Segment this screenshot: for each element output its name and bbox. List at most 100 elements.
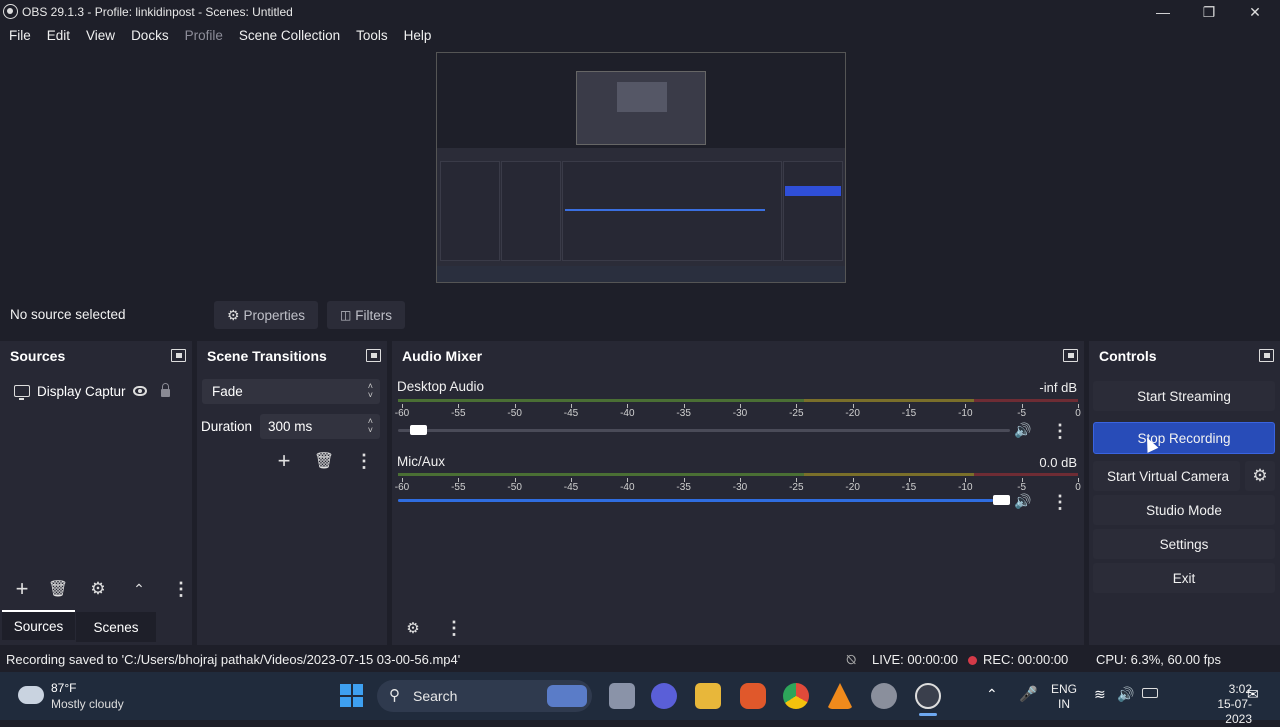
menu-tools[interactable]: Tools: [348, 28, 396, 43]
chevron-up-icon[interactable]: ⌃: [986, 686, 998, 703]
status-message: Recording saved to 'C:/Users/bhojraj pat…: [6, 652, 461, 667]
scale-tick-label: -15: [901, 408, 917, 419]
sources-dock: Sources Display Captur + 🗑 ⚙ ⌃ ⋮: [0, 341, 192, 645]
settings-button[interactable]: Settings: [1093, 529, 1275, 559]
file-explorer-icon[interactable]: [695, 683, 721, 709]
maximize-button[interactable]: ❐: [1186, 0, 1232, 24]
volume-handle[interactable]: [993, 495, 1010, 505]
scale-tick-label: -35: [676, 482, 691, 493]
volume-icon[interactable]: 🔊: [1117, 686, 1134, 703]
task-view-icon[interactable]: [609, 683, 635, 709]
preview-dock: [562, 161, 782, 261]
visibility-eye-icon[interactable]: [133, 386, 147, 396]
speaker-icon[interactable]: 🔊: [1013, 492, 1033, 510]
mic-aux-more-icon[interactable]: ⋮: [1047, 490, 1073, 514]
scale-tick-label: -40: [620, 482, 635, 493]
live-timer: LIVE: 00:00:00: [872, 652, 959, 667]
volume-handle[interactable]: [409, 425, 427, 435]
remove-transition-trash-icon[interactable]: 🗑: [311, 449, 337, 473]
source-properties-gear-icon[interactable]: ⚙: [85, 577, 111, 601]
lock-icon[interactable]: [161, 383, 170, 397]
clock[interactable]: 3:02 15-07-2023: [1198, 682, 1252, 727]
battery-icon[interactable]: [1142, 688, 1158, 698]
filters-label: Filters: [355, 307, 393, 323]
scale-tick-label: -10: [958, 408, 973, 419]
chrome-icon[interactable]: [783, 683, 809, 709]
cloud-weather-icon[interactable]: [18, 686, 44, 704]
obs-app-icon[interactable]: [915, 683, 941, 709]
menu-scene-collection[interactable]: Scene Collection: [231, 28, 348, 43]
preview-dock: [501, 161, 561, 261]
undock-icon[interactable]: [1259, 349, 1274, 362]
source-label: Display Captur: [37, 383, 126, 399]
scale-tick-label: -55: [451, 408, 466, 419]
move-up-chevron-icon[interactable]: ⌃: [126, 577, 152, 601]
source-status: No source selected: [10, 307, 126, 322]
notification-icon[interactable]: ✉: [1247, 686, 1259, 703]
properties-button[interactable]: ⚙ Properties: [214, 301, 318, 329]
add-source-button[interactable]: +: [9, 576, 35, 601]
controls-title: Controls: [1099, 348, 1157, 364]
menu-bar: File Edit View Docks Profile Scene Colle…: [0, 24, 1280, 46]
transition-select[interactable]: Fade ˄ ˅: [202, 379, 380, 404]
mixer-header: Audio Mixer: [392, 341, 1084, 371]
desktop-audio-volume-slider[interactable]: [398, 425, 1010, 435]
settings-gear-icon[interactable]: [871, 683, 897, 709]
taskbar-search[interactable]: ⚲ Search: [377, 680, 592, 712]
language-line2: IN: [1058, 697, 1070, 711]
spin-arrows-icon[interactable]: ˄ ˅: [368, 417, 373, 435]
advanced-audio-gear-icon[interactable]: ⚙: [400, 616, 426, 640]
exit-button[interactable]: Exit: [1093, 563, 1275, 593]
virtual-camera-settings-button[interactable]: ⚙: [1245, 461, 1275, 491]
duration-spinbox[interactable]: 300 ms ˄ ˅: [260, 414, 380, 439]
gear-icon: ⚙: [1252, 466, 1268, 485]
undock-icon[interactable]: [366, 349, 381, 362]
scale-tick-label: -20: [845, 408, 860, 419]
scale-tick-label: -25: [789, 482, 804, 493]
speaker-icon[interactable]: 🔊: [1013, 421, 1033, 439]
brave-browser-icon[interactable]: [740, 683, 766, 709]
tab-scenes[interactable]: Scenes: [76, 612, 156, 642]
meet-chat-icon[interactable]: [651, 683, 677, 709]
window-title: OBS 29.1.3 - Profile: linkidinpost - Sce…: [22, 5, 293, 19]
studio-mode-button[interactable]: Studio Mode: [1093, 495, 1275, 525]
scale-tick-label: 0: [1075, 408, 1081, 419]
start-virtual-camera-button[interactable]: Start Virtual Camera: [1093, 461, 1240, 491]
language-indicator[interactable]: ENG IN: [1048, 682, 1080, 712]
sources-header: Sources: [0, 341, 192, 371]
tab-sources[interactable]: Sources: [2, 610, 75, 640]
minimize-button[interactable]: —: [1140, 0, 1186, 24]
source-toolbar: [0, 298, 1280, 332]
search-icon: ⚲: [389, 687, 400, 704]
menu-view[interactable]: View: [78, 28, 123, 43]
undock-icon[interactable]: [1063, 349, 1078, 362]
transition-more-icon[interactable]: ⋮: [351, 449, 377, 473]
menu-profile[interactable]: Profile: [177, 28, 231, 43]
scale-tick-label: 0: [1075, 482, 1081, 493]
menu-docks[interactable]: Docks: [123, 28, 177, 43]
menu-help[interactable]: Help: [396, 28, 440, 43]
add-transition-button[interactable]: +: [271, 448, 297, 473]
source-item-display-capture[interactable]: Display Captur: [8, 379, 184, 403]
close-button[interactable]: ✕: [1232, 0, 1278, 24]
menu-edit[interactable]: Edit: [39, 28, 78, 43]
wifi-icon[interactable]: ≋: [1094, 686, 1106, 703]
filter-icon: ◫: [339, 308, 352, 322]
desktop-audio-more-icon[interactable]: ⋮: [1047, 419, 1073, 443]
windows-start-icon[interactable]: [340, 684, 363, 707]
filters-button[interactable]: ◫ Filters: [327, 301, 405, 329]
undock-icon[interactable]: [171, 349, 186, 362]
start-streaming-button[interactable]: Start Streaming: [1093, 381, 1275, 411]
stop-recording-button[interactable]: Stop Recording: [1093, 422, 1275, 454]
scale-tick-label: -15: [901, 482, 917, 493]
rec-timer: REC: 00:00:00: [983, 652, 1069, 667]
microphone-icon[interactable]: 🎤: [1019, 685, 1038, 703]
scale-tick-label: -50: [507, 408, 522, 419]
preview-canvas[interactable]: [436, 52, 846, 283]
more-options-icon[interactable]: ⋮: [168, 577, 194, 601]
menu-file[interactable]: File: [0, 28, 39, 43]
mixer-more-icon[interactable]: ⋮: [441, 616, 467, 640]
remove-source-trash-icon[interactable]: 🗑: [45, 577, 71, 601]
search-label: Search: [413, 688, 458, 704]
mic-aux-volume-slider[interactable]: [398, 495, 1010, 505]
